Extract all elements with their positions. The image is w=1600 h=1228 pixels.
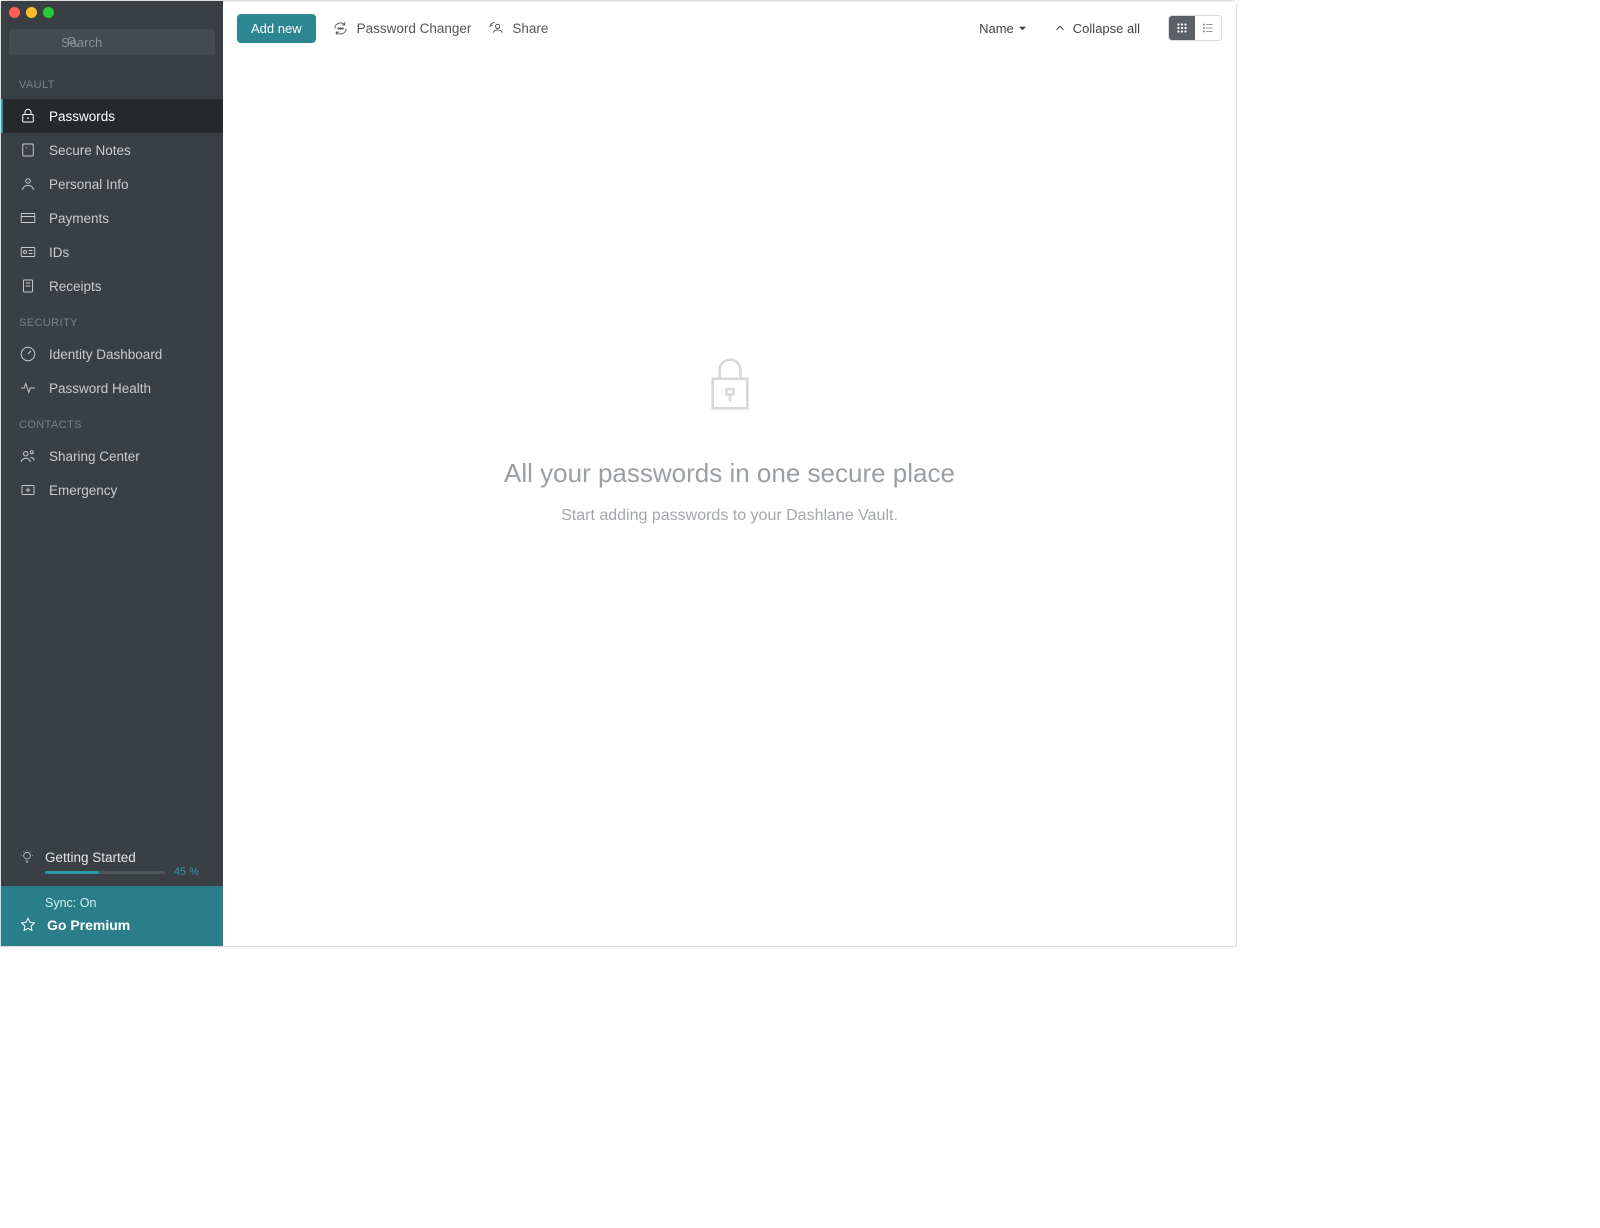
lock-icon [19, 107, 37, 125]
grid-view-button[interactable] [1169, 16, 1195, 40]
section-label-security: SECURITY [1, 303, 223, 337]
section-label-vault: VAULT [1, 65, 223, 99]
share-icon [487, 20, 504, 37]
sidebar-item-label: Passwords [49, 109, 115, 124]
search-input[interactable] [9, 29, 215, 55]
empty-title: All your passwords in one secure place [504, 458, 955, 489]
getting-started-label: Getting Started [45, 850, 136, 865]
sidebar-item-label: Password Health [49, 381, 151, 396]
sidebar-item-label: IDs [49, 245, 69, 260]
collapse-all-button[interactable]: Collapse all [1053, 21, 1140, 36]
card-icon [19, 209, 37, 227]
sidebar-item-secure-notes[interactable]: Secure Notes [1, 133, 223, 167]
sidebar-item-sharing-center[interactable]: Sharing Center [1, 439, 223, 473]
sidebar-item-ids[interactable]: IDs [1, 235, 223, 269]
progress-percent: 45 % [174, 866, 199, 878]
getting-started[interactable]: Getting Started 45 % [1, 839, 223, 886]
sidebar-item-label: Secure Notes [49, 143, 131, 158]
collapse-label: Collapse all [1073, 21, 1140, 36]
sidebar-footer: Sync: On Go Premium [1, 886, 223, 946]
sidebar: VAULT Passwords Secure Notes Personal In… [1, 1, 223, 946]
main-panel: Add new Password Changer Share Name Coll… [223, 1, 1236, 946]
sidebar-item-passwords[interactable]: Passwords [1, 99, 223, 133]
share-people-icon [19, 447, 37, 465]
password-changer-button[interactable]: Password Changer [332, 20, 472, 37]
sort-dropdown[interactable]: Name [979, 21, 1027, 36]
sidebar-item-receipts[interactable]: Receipts [1, 269, 223, 303]
refresh-icon [332, 20, 349, 37]
go-premium-label: Go Premium [47, 917, 130, 933]
toolbar: Add new Password Changer Share Name Coll… [223, 2, 1236, 54]
view-toggle [1168, 15, 1222, 41]
progress-bar [45, 871, 165, 874]
empty-subtitle: Start adding passwords to your Dashlane … [561, 507, 898, 525]
sidebar-item-emergency[interactable]: Emergency [1, 473, 223, 507]
note-icon [19, 141, 37, 159]
add-new-button[interactable]: Add new [237, 14, 316, 43]
sync-status: Sync: On [45, 896, 205, 910]
share-button[interactable]: Share [487, 20, 548, 37]
receipt-icon [19, 277, 37, 295]
go-premium-button[interactable]: Go Premium [19, 916, 205, 934]
close-window-button[interactable] [9, 7, 20, 18]
grid-icon [1175, 21, 1189, 35]
sidebar-item-payments[interactable]: Payments [1, 201, 223, 235]
sort-label: Name [979, 21, 1014, 36]
sidebar-item-label: Identity Dashboard [49, 347, 162, 362]
sidebar-item-password-health[interactable]: Password Health [1, 371, 223, 405]
sidebar-item-label: Emergency [49, 483, 117, 498]
search-icon [66, 35, 80, 49]
lock-illustration-icon [704, 356, 756, 412]
sidebar-item-label: Receipts [49, 279, 102, 294]
chevron-up-icon [1053, 21, 1067, 35]
sidebar-item-label: Payments [49, 211, 109, 226]
star-icon [19, 916, 37, 934]
gauge-icon [19, 345, 37, 363]
emergency-icon [19, 481, 37, 499]
password-changer-label: Password Changer [357, 21, 472, 36]
sidebar-item-identity-dashboard[interactable]: Identity Dashboard [1, 337, 223, 371]
section-label-contacts: CONTACTS [1, 405, 223, 439]
list-view-button[interactable] [1195, 16, 1221, 40]
chevron-down-icon [1018, 24, 1027, 33]
id-icon [19, 243, 37, 261]
sidebar-item-personal-info[interactable]: Personal Info [1, 167, 223, 201]
maximize-window-button[interactable] [43, 7, 54, 18]
empty-state: All your passwords in one secure place S… [223, 54, 1236, 946]
lightbulb-icon [19, 849, 35, 865]
sidebar-item-label: Personal Info [49, 177, 129, 192]
sidebar-item-label: Sharing Center [49, 449, 140, 464]
share-label: Share [512, 21, 548, 36]
list-icon [1201, 21, 1215, 35]
window-titlebar [1, 1, 223, 23]
pulse-icon [19, 379, 37, 397]
minimize-window-button[interactable] [26, 7, 37, 18]
person-icon [19, 175, 37, 193]
